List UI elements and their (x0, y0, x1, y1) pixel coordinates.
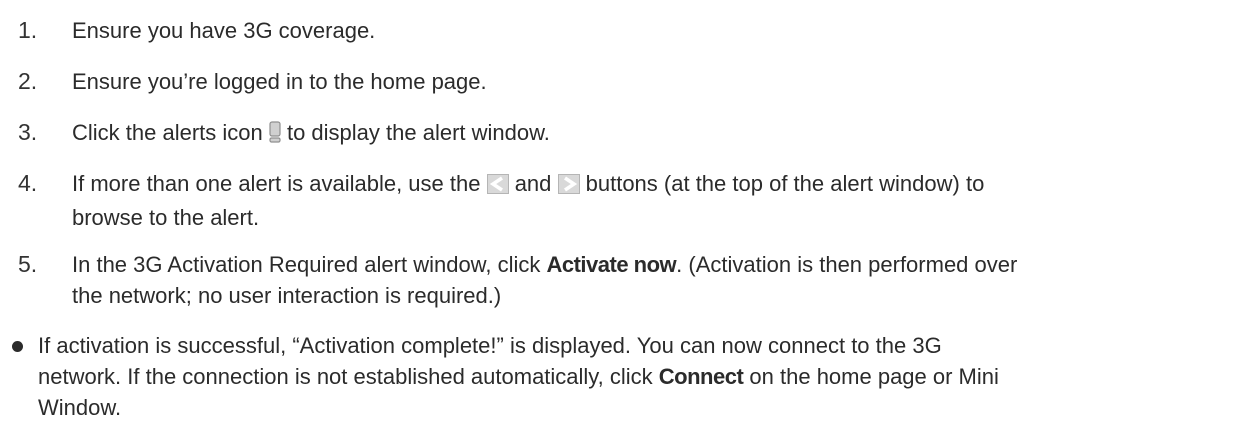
step-text: Ensure you’re logged in to the home page… (72, 69, 487, 94)
step-text-part: buttons (at the top of the alert window)… (579, 171, 985, 196)
bullet-icon (12, 341, 23, 352)
next-arrow-icon (557, 171, 580, 202)
result-text-part: If activation is successful, “Activation… (38, 333, 942, 358)
alert-exclamation-icon (269, 120, 281, 151)
step-number: 3. (18, 119, 38, 145)
step-text: Click the alerts icon to display the ale… (72, 117, 1242, 151)
step-text: Ensure you have 3G coverage. (72, 18, 376, 43)
step-text-part: In the 3G Activation Required alert wind… (72, 252, 547, 277)
step-text-part: to display the alert window. (280, 120, 550, 145)
step-number: 1. (18, 17, 38, 43)
previous-arrow-icon (486, 171, 509, 202)
step-text-part: Click the alerts icon (72, 120, 269, 145)
result-text-part: on the home page or Mini (743, 364, 999, 389)
step-number: 4. (18, 170, 38, 196)
step-text-part: If more than one alert is available, use… (72, 171, 487, 196)
step-text-part: browse to the alert. (72, 205, 260, 230)
step-number: 2. (18, 68, 38, 94)
step-text-part: and (508, 171, 558, 196)
step-text-part: . (Activation is then performed over (676, 252, 1018, 277)
step-text-part: the network; no user interaction is requ… (72, 283, 502, 308)
result-text: If activation is successful, “Activation… (38, 330, 1248, 423)
result-text-part: Window. (38, 395, 122, 420)
connect-label: Connect (658, 364, 744, 389)
step-number: 5. (18, 251, 38, 277)
step-text: In the 3G Activation Required alert wind… (72, 249, 1242, 311)
result-text-part: network. If the connection is not establ… (38, 364, 659, 389)
activate-now-label: Activate now (546, 252, 677, 277)
step-text: If more than one alert is available, use… (72, 168, 1242, 233)
